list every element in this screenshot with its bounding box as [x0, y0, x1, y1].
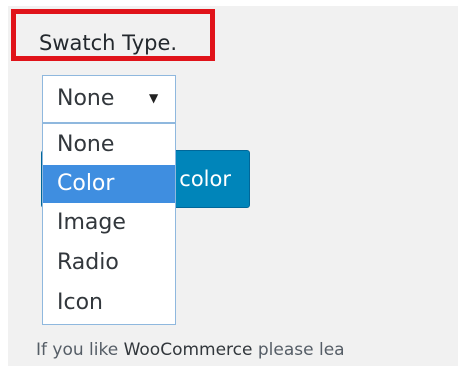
- swatch-type-label: Swatch Type.: [39, 31, 178, 55]
- select-current-value: None: [57, 86, 115, 111]
- option-none[interactable]: None: [43, 126, 175, 164]
- option-color[interactable]: Color: [43, 165, 175, 203]
- chevron-down-icon: ▼: [149, 91, 159, 105]
- option-icon[interactable]: Icon: [43, 284, 175, 322]
- footer-brand[interactable]: WooCommerce: [124, 340, 253, 360]
- footer-suffix: please lea: [252, 340, 345, 360]
- option-image[interactable]: Image: [43, 204, 175, 242]
- swatch-type-select[interactable]: None ▼: [42, 75, 176, 123]
- swatch-type-dropdown: None Color Image Radio Icon: [42, 123, 176, 325]
- add-color-button-label: color: [179, 167, 231, 191]
- footer-message: If you like WooCommerce please lea: [36, 340, 345, 360]
- option-radio[interactable]: Radio: [43, 244, 175, 282]
- footer-prefix: If you like: [36, 340, 124, 360]
